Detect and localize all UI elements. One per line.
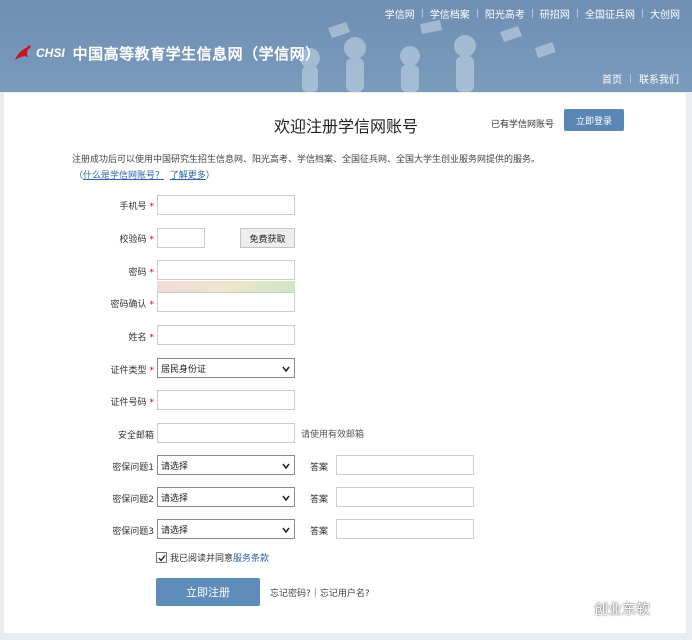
terms-link[interactable]: 服务条款 bbox=[233, 551, 269, 564]
paren-close: ） bbox=[205, 171, 215, 181]
watermark: 创业东软 bbox=[566, 599, 650, 619]
answer-2-input[interactable] bbox=[336, 487, 474, 507]
nav-home[interactable]: 首页 bbox=[595, 71, 629, 86]
question-2-select[interactable]: 请选择 bbox=[157, 487, 295, 507]
question-2-label: 密保问题2 bbox=[112, 495, 154, 505]
learn-more-link[interactable]: 了解更多 bbox=[170, 171, 206, 181]
code-label: 校验码 * bbox=[74, 232, 154, 245]
password-confirm-label-text: 密码确认 bbox=[110, 300, 147, 310]
answer-3-label: 答案 bbox=[310, 527, 329, 537]
required-mark: * bbox=[149, 235, 155, 245]
id-number-label-text: 证件号码 bbox=[110, 398, 147, 408]
top-nav-zhengbing[interactable]: 全国征兵网 bbox=[579, 6, 641, 21]
answer-1-input[interactable] bbox=[336, 455, 474, 475]
phone-input[interactable] bbox=[157, 195, 295, 215]
page-title: 欢迎注册学信网账号 bbox=[274, 117, 419, 136]
email-label: 安全邮箱 bbox=[74, 428, 154, 441]
chevron-down-icon bbox=[282, 495, 290, 502]
site-header: 学信网 | 学信档案 | 阳光高考 | 研招网 | 全国征兵网 | 大创网 CH… bbox=[0, 0, 692, 92]
id-type-select[interactable]: 居民身份证 bbox=[157, 358, 295, 378]
top-nav-archive[interactable]: 学信档案 bbox=[424, 6, 476, 21]
top-nav-chsi[interactable]: 学信网 bbox=[379, 6, 421, 21]
id-type-label-text: 证件类型 bbox=[110, 366, 147, 376]
name-label: 姓名 * bbox=[74, 330, 154, 343]
answer-3-input[interactable] bbox=[336, 519, 474, 539]
phone-label-text: 手机号 bbox=[119, 202, 147, 212]
email-label-text: 安全邮箱 bbox=[117, 431, 154, 441]
top-nav-gaokao[interactable]: 阳光高考 bbox=[479, 6, 531, 21]
answer-2-label: 答案 bbox=[310, 495, 329, 505]
email-input[interactable] bbox=[157, 423, 295, 443]
link-separator: | bbox=[313, 587, 317, 598]
intro-links: （什么是学信网账号？ 了解更多） bbox=[74, 168, 215, 181]
what-is-account-link[interactable]: 什么是学信网账号？ bbox=[83, 171, 164, 181]
chevron-down-icon bbox=[282, 366, 290, 373]
phone-label: 手机号 * bbox=[74, 199, 154, 212]
password-label: 密码 * bbox=[74, 265, 154, 278]
top-nav-dachuang[interactable]: 大创网 bbox=[644, 6, 686, 21]
bird-logo-icon bbox=[15, 45, 31, 60]
top-nav: 学信网 | 学信档案 | 阳光高考 | 研招网 | 全国征兵网 | 大创网 bbox=[379, 6, 686, 22]
question-3-value: 请选择 bbox=[161, 525, 189, 536]
site-name: 中国高等教育学生信息网（学信网） bbox=[72, 44, 321, 63]
password-confirm-label: 密码确认 * bbox=[74, 297, 154, 310]
password-confirm-input[interactable] bbox=[157, 292, 295, 312]
have-account-text: 已有学信网账号 bbox=[491, 120, 555, 130]
agreement-row: 我已阅读并同意 服务条款 bbox=[156, 551, 269, 564]
question-1-label: 密保问题1 bbox=[112, 463, 154, 473]
name-input[interactable] bbox=[157, 325, 295, 345]
password-strength-bar bbox=[157, 281, 295, 292]
required-mark: * bbox=[149, 398, 155, 408]
chevron-down-icon bbox=[282, 463, 290, 470]
id-type-value: 居民身份证 bbox=[161, 364, 207, 375]
paren-open: （ bbox=[74, 171, 84, 181]
watermark-text: 创业东软 bbox=[594, 602, 650, 618]
site-logo[interactable]: CHSI 中国高等教育学生信息网（学信网） bbox=[12, 42, 321, 64]
required-mark: * bbox=[149, 300, 155, 310]
agree-checkbox[interactable] bbox=[156, 552, 167, 563]
nav-contact[interactable]: 联系我们 bbox=[632, 71, 686, 86]
login-button[interactable]: 立即登录 bbox=[564, 109, 624, 131]
forgot-links: 忘记密码? | 忘记用户名? bbox=[270, 586, 370, 600]
logo-chsi-text: CHSI bbox=[36, 46, 65, 60]
sub-nav: 首页 | 联系我们 bbox=[595, 71, 686, 87]
question-3-select[interactable]: 请选择 bbox=[157, 519, 295, 539]
question-2-value: 请选择 bbox=[161, 493, 189, 504]
required-mark: * bbox=[149, 333, 155, 343]
register-panel: 欢迎注册学信网账号 已有学信网账号 立即登录 注册成功后可以使用中国研究生招生信… bbox=[4, 93, 686, 633]
question-1-value: 请选择 bbox=[161, 461, 189, 472]
question-3-label: 密保问题3 bbox=[112, 527, 154, 537]
forgot-username-link[interactable]: 忘记用户名? bbox=[320, 586, 370, 599]
register-button[interactable]: 立即注册 bbox=[156, 578, 260, 606]
password-label-text: 密码 bbox=[128, 268, 147, 278]
forgot-password-link[interactable]: 忘记密码? bbox=[270, 586, 311, 599]
required-mark: * bbox=[149, 366, 155, 376]
intro-text: 注册成功后可以使用中国研究生招生信息网、阳光高考、学信档案、全国征兵网、全国大学… bbox=[72, 155, 541, 165]
required-mark: * bbox=[149, 268, 155, 278]
checkmark-icon bbox=[157, 554, 166, 562]
code-input[interactable] bbox=[157, 228, 205, 248]
chevron-down-icon bbox=[282, 527, 290, 534]
wechat-icon bbox=[566, 600, 588, 617]
id-number-input[interactable] bbox=[157, 390, 295, 410]
id-type-label: 证件类型 * bbox=[74, 363, 154, 376]
code-label-text: 校验码 bbox=[119, 235, 147, 245]
required-mark: * bbox=[149, 202, 155, 212]
email-hint: 请使用有效邮箱 bbox=[301, 430, 365, 440]
id-number-label: 证件号码 * bbox=[74, 395, 154, 408]
question-1-select[interactable]: 请选择 bbox=[157, 455, 295, 475]
agree-text: 我已阅读并同意 bbox=[170, 554, 234, 564]
name-label-text: 姓名 bbox=[128, 333, 147, 343]
top-nav-yz[interactable]: 研招网 bbox=[534, 6, 576, 21]
password-input[interactable] bbox=[157, 260, 295, 280]
get-code-button[interactable]: 免费获取 bbox=[240, 228, 295, 248]
answer-1-label: 答案 bbox=[310, 463, 329, 473]
